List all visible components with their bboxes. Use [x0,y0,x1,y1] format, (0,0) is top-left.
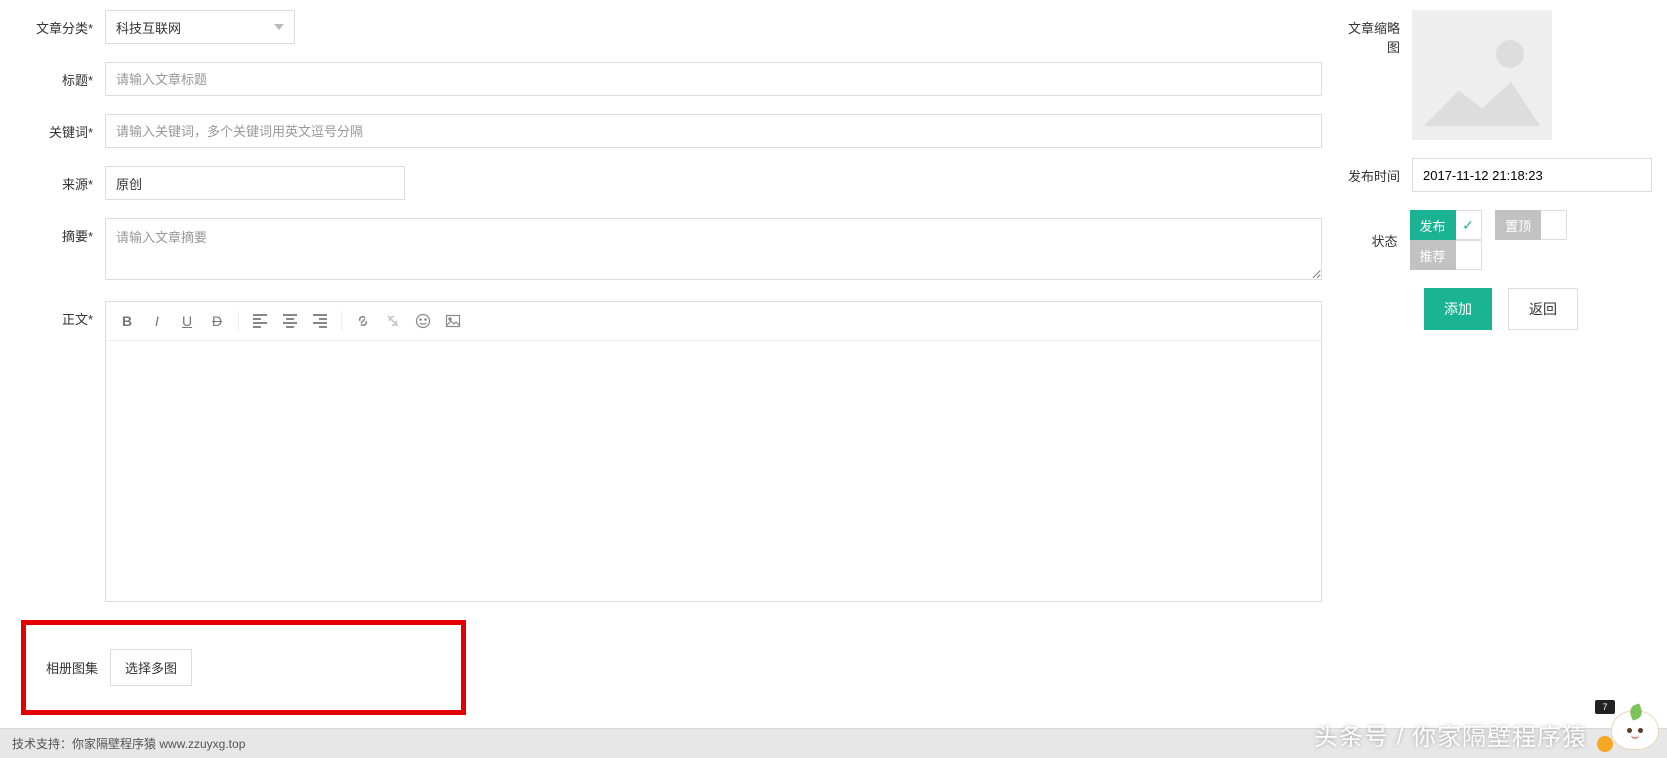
title-input[interactable] [105,62,1322,96]
category-label: 文章分类* [15,10,105,37]
select-images-button[interactable]: 选择多图 [110,649,192,686]
check-icon: ✓ [1462,217,1474,234]
thumbnail-picker[interactable] [1412,10,1552,140]
emoji-icon[interactable] [408,306,438,336]
status-label: 状态 [1342,231,1410,250]
content-editor[interactable] [106,341,1321,601]
gallery-label: 相册图集 [40,658,110,677]
status-publish-toggle[interactable]: 发布 ✓ [1410,210,1482,240]
underline-icon[interactable]: U [172,306,202,336]
keywords-input[interactable] [105,114,1322,148]
add-button[interactable]: 添加 [1424,288,1492,330]
mascot-icon: 7 [1601,696,1661,752]
content-label: 正文* [15,301,105,328]
image-placeholder-icon [1496,40,1524,68]
status-recommend-toggle[interactable]: 推荐 [1410,240,1482,270]
bold-icon[interactable]: B [112,306,142,336]
status-sticky-toggle[interactable]: 置顶 [1495,210,1567,240]
align-center-icon[interactable] [275,306,305,336]
link-icon[interactable] [348,306,378,336]
title-label: 标题* [15,62,105,89]
strikethrough-icon[interactable]: D [202,306,232,336]
source-label: 来源* [15,166,105,193]
summary-textarea[interactable] [105,218,1322,280]
status-recommend-label: 推荐 [1410,240,1456,270]
back-button[interactable]: 返回 [1508,288,1578,330]
gallery-highlight-box: 相册图集 选择多图 [21,620,466,715]
status-publish-label: 发布 [1410,210,1456,240]
thumbnail-label: 文章缩略图 [1342,10,1412,56]
summary-label: 摘要* [15,218,105,245]
align-right-icon[interactable] [305,306,335,336]
publish-time-label: 发布时间 [1342,166,1412,185]
watermark-text: 头条号 / 你家隔壁程序猿 [1314,717,1587,752]
image-placeholder-icon [1424,82,1540,126]
chevron-down-icon [274,24,284,30]
italic-icon[interactable]: I [142,306,172,336]
editor-toolbar: B I U D [106,302,1321,341]
publish-time-input[interactable] [1412,158,1652,192]
category-select[interactable]: 科技互联网 [105,10,295,44]
image-icon[interactable] [438,306,468,336]
unlink-icon[interactable] [378,306,408,336]
keywords-label: 关键词* [15,114,105,141]
category-value: 科技互联网 [116,18,181,37]
mascot-badge: 7 [1595,700,1615,714]
toolbar-separator [341,311,342,331]
toolbar-separator [238,311,239,331]
align-left-icon[interactable] [245,306,275,336]
source-input[interactable] [105,166,405,200]
status-sticky-label: 置顶 [1495,210,1541,240]
